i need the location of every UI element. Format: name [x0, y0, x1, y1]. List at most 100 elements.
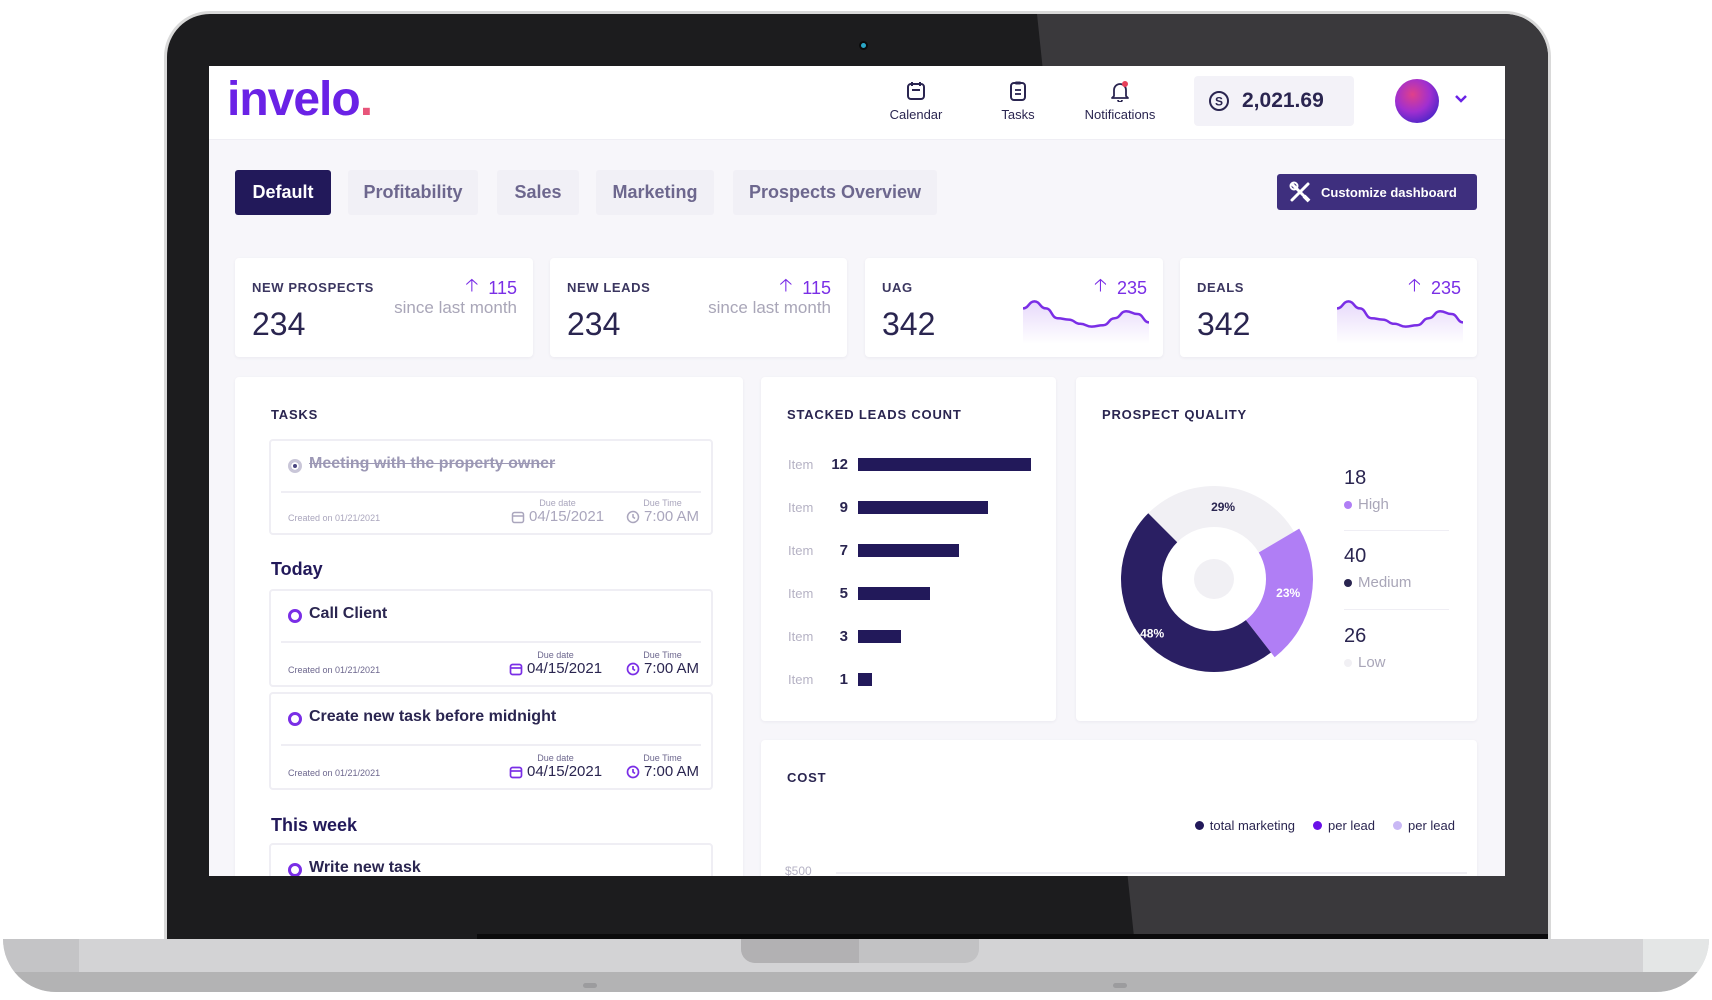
bar[interactable]	[858, 586, 931, 600]
due-time-label: Due Time	[643, 498, 682, 508]
task-item-completed[interactable]: Meeting with the property owner Created …	[269, 439, 713, 535]
bar[interactable]	[858, 500, 988, 514]
task-checkbox-checked[interactable]	[288, 459, 302, 473]
tasks-title: TASKS	[271, 407, 319, 422]
stat-card-uag: UAG 342 🡡 235	[865, 258, 1163, 357]
foot	[583, 983, 597, 988]
task-divider	[281, 491, 701, 493]
stacked-leads-card: STACKED LEADS COUNT Item 12 Item 9 Item 7 Item…	[761, 377, 1056, 721]
chevron-down-icon[interactable]	[1454, 94, 1468, 104]
delta-value: 115	[488, 277, 517, 298]
tab-profitability[interactable]: Profitability	[348, 170, 478, 215]
stat-value: 342	[1197, 306, 1251, 342]
bar-category-label: Item	[788, 671, 814, 687]
bar-row: Item 1	[788, 669, 873, 689]
donut-data-label: 29%	[1211, 500, 1235, 514]
due-date-value: 04/15/2021	[527, 660, 603, 677]
bar-category-label: Item	[788, 499, 814, 515]
tab-sales[interactable]: Sales	[497, 170, 579, 215]
task-created: Created on 01/21/2021	[288, 513, 381, 523]
base-edge-left	[3, 939, 79, 972]
stat-card-new-prospects: NEW PROSPECTS 234 🡡 115 since last month	[235, 258, 533, 357]
legend-item-high: 18 High	[1344, 467, 1389, 513]
task-checkbox[interactable]	[288, 712, 302, 726]
bar[interactable]	[858, 543, 959, 557]
nav-calendar[interactable]: Calendar	[871, 80, 961, 122]
legend-value: 18	[1344, 467, 1367, 489]
bar[interactable]	[858, 672, 873, 686]
chart-title: COST	[787, 770, 827, 785]
legend-item-low: 26 Low	[1344, 625, 1386, 671]
notch-shade	[741, 939, 859, 963]
legend-item-medium: 40 Medium	[1344, 545, 1411, 591]
calendar-icon	[907, 82, 925, 100]
bar-row: Item 9	[788, 497, 988, 517]
due-time-label: Due Time	[643, 753, 682, 763]
bar[interactable]	[858, 629, 902, 643]
due-time-value: 7:00 AM	[644, 508, 700, 525]
stat-label: DEALS	[1197, 280, 1245, 295]
dashboard-screen: invelo. Calendar Tasks Notifications S 2…	[209, 66, 1505, 876]
sparkline-chart	[1337, 300, 1463, 344]
clock-icon	[626, 662, 640, 675]
task-due-date: Due date 04/15/2021	[509, 650, 602, 677]
stat-subtext: since last month	[394, 298, 517, 317]
task-item[interactable]: Call Client Created on 01/21/2021 Due da…	[269, 589, 713, 687]
dollar-circle-icon: S	[1209, 91, 1229, 111]
nav-notifications[interactable]: Notifications	[1075, 80, 1165, 122]
legend-dot	[1393, 821, 1403, 830]
tasks-card: TASKS Meeting with the property owner Cr…	[235, 377, 743, 876]
task-item[interactable]: Create new task before midnight Created …	[269, 692, 713, 790]
tab-marketing[interactable]: Marketing	[596, 170, 714, 215]
cost-card: COST total marketing per lead per lead $…	[761, 740, 1477, 876]
task-item[interactable]: Write new task	[269, 843, 713, 876]
legend-value: 40	[1344, 545, 1367, 567]
nav-label: Calendar	[889, 107, 943, 122]
gridline	[836, 872, 1467, 874]
tab-prospects-overview[interactable]: Prospects Overview	[733, 170, 937, 215]
tab-default[interactable]: Default	[235, 170, 331, 215]
customize-label: Customize dashboard	[1321, 184, 1457, 200]
stat-value: 342	[882, 306, 936, 342]
legend-label: Medium	[1358, 574, 1412, 591]
task-created: Created on 01/21/2021	[288, 768, 381, 778]
legend-item-per-lead-2[interactable]: per lead	[1393, 818, 1455, 833]
nav-tasks[interactable]: Tasks	[973, 80, 1063, 122]
camera-icon	[859, 41, 868, 50]
task-checkbox[interactable]	[288, 863, 302, 876]
legend-item-per-lead[interactable]: per lead	[1313, 818, 1375, 833]
legend-label: per lead	[1328, 818, 1376, 833]
nav-label: Tasks	[1001, 107, 1035, 122]
donut-data-label: 48%	[1140, 627, 1164, 641]
customize-dashboard-button[interactable]: Customize dashboard	[1277, 174, 1477, 210]
legend-divider	[1344, 609, 1449, 610]
task-created: Created on 01/21/2021	[288, 665, 381, 675]
base-edge-right	[1643, 939, 1709, 972]
bar-row: Item 3	[788, 626, 902, 646]
legend-label: Low	[1358, 654, 1386, 671]
bar-value-label: 3	[839, 627, 848, 645]
task-due-date: Due date 04/15/2021	[511, 498, 604, 525]
bar[interactable]	[858, 457, 1031, 471]
laptop-base	[3, 939, 1709, 992]
prospect-quality-card: PROSPECT QUALITY 29% 23% 48% 18 High 40 Me…	[1076, 377, 1477, 721]
due-date-value: 04/15/2021	[527, 763, 603, 780]
legend-item-total-marketing[interactable]: total marketing	[1194, 818, 1295, 833]
task-title: Create new task before midnight	[309, 708, 557, 725]
task-checkbox[interactable]	[288, 609, 302, 623]
stat-label: NEW PROSPECTS	[252, 280, 374, 295]
bar-category-label: Item	[788, 456, 814, 472]
bar-category-label: Item	[788, 628, 814, 644]
stat-card-deals: DEALS 342 🡡 235	[1180, 258, 1477, 357]
foot	[1113, 983, 1127, 988]
stat-label: NEW LEADS	[567, 280, 651, 295]
logo[interactable]: invelo.	[227, 72, 373, 127]
logo-dot: .	[359, 73, 373, 126]
balance-display[interactable]: S 2,021.69	[1194, 76, 1354, 126]
bar-value-label: 5	[839, 584, 848, 602]
clock-icon	[626, 510, 640, 523]
avatar[interactable]	[1395, 79, 1439, 123]
bar-value-label: 7	[839, 541, 848, 559]
legend-dot	[1313, 821, 1323, 830]
task-due-time: Due Time 7:00 AM	[626, 650, 699, 677]
